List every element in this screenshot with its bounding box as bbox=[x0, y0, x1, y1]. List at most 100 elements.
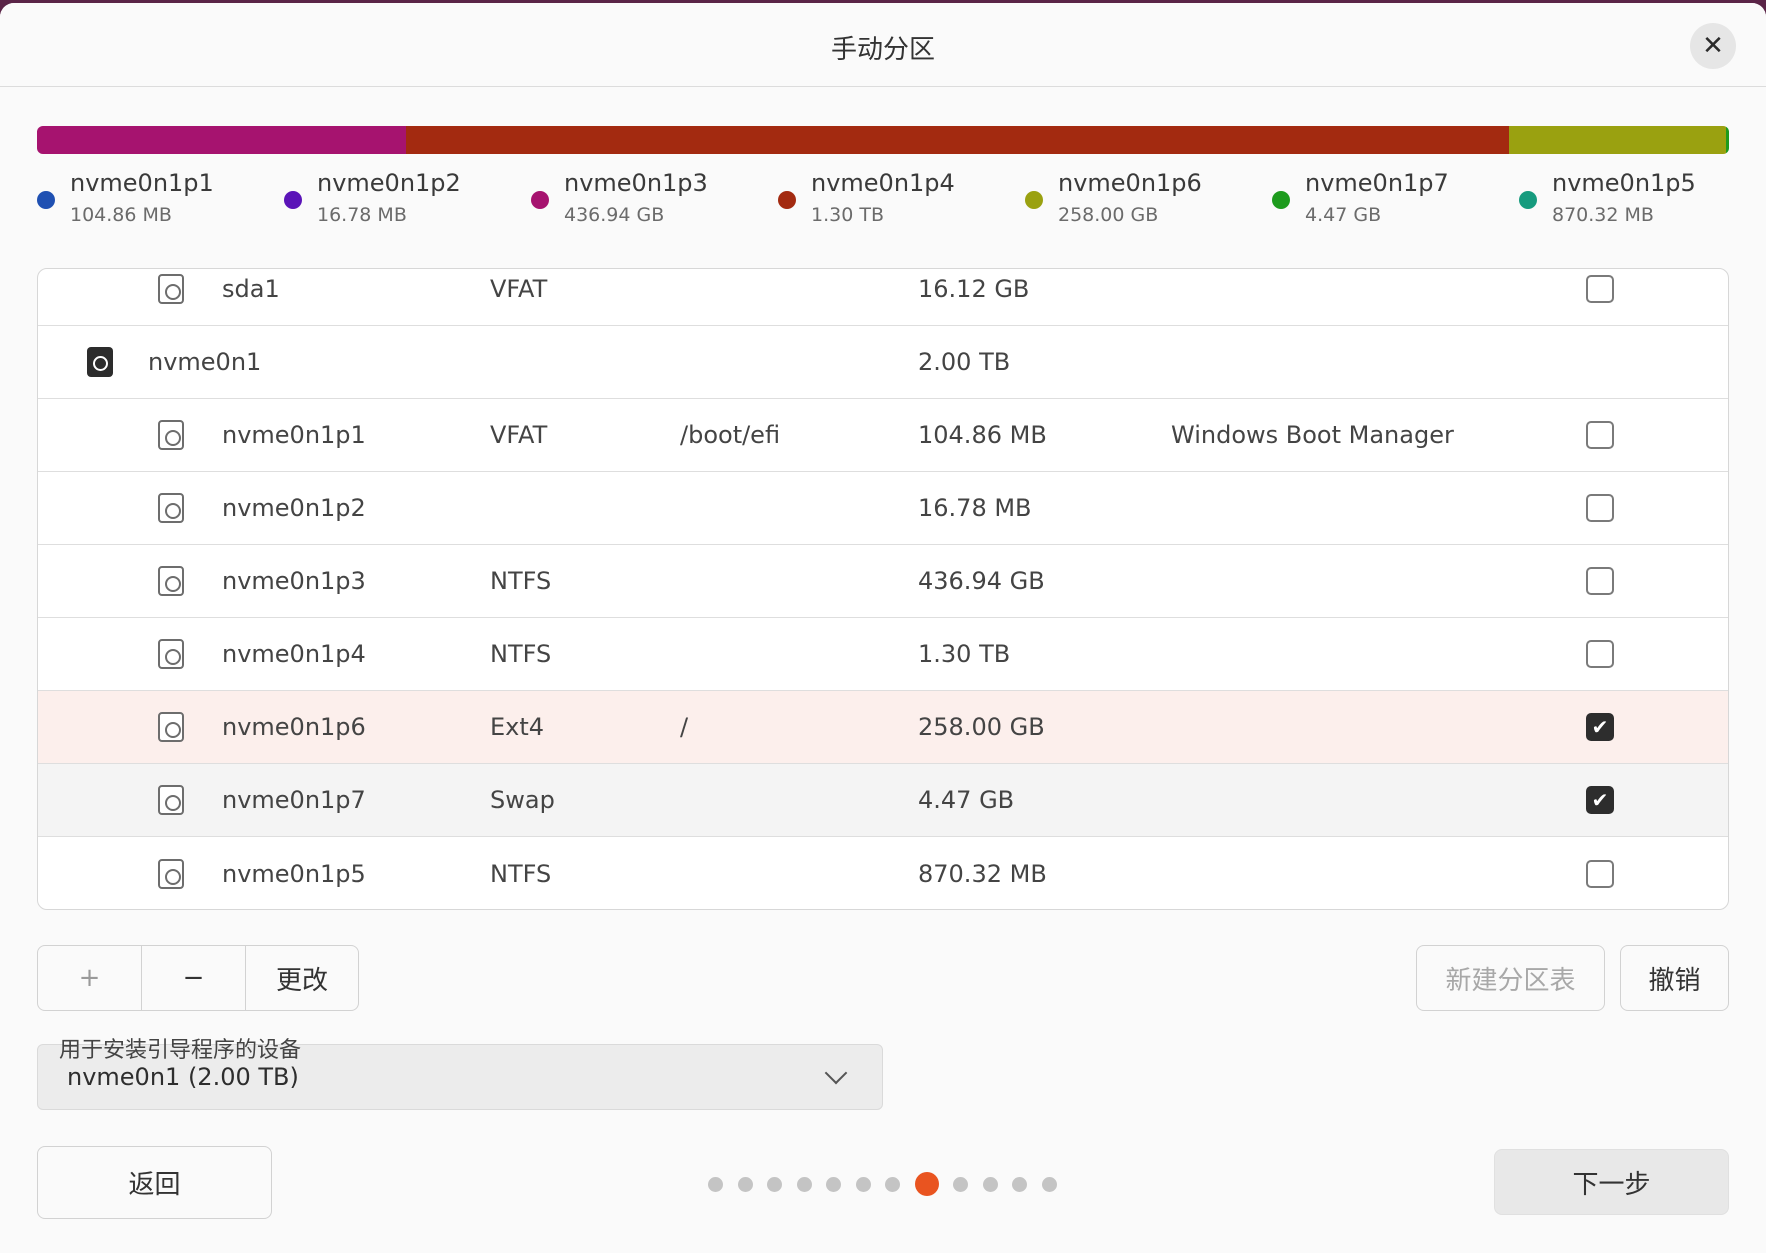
partition-filesystem: NTFS bbox=[490, 640, 552, 668]
partition-drive-icon bbox=[158, 493, 184, 523]
page-dot[interactable] bbox=[953, 1176, 968, 1192]
format-checkbox[interactable]: ✔ bbox=[1586, 786, 1614, 814]
close-icon: ✕ bbox=[1702, 31, 1724, 61]
legend-size: 1.30 TB bbox=[811, 204, 884, 226]
partition-filesystem: VFAT bbox=[490, 275, 548, 303]
partition-drive-icon bbox=[158, 785, 184, 815]
legend-size: 436.94 GB bbox=[564, 204, 665, 226]
usage-segment-nvme0n1p4 bbox=[405, 126, 1510, 154]
partition-row-nvme0n1p1[interactable]: nvme0n1p1 VFAT/boot/efi 104.86 MB Windows B… bbox=[38, 399, 1728, 472]
usage-segment-nvme0n1p3 bbox=[37, 126, 406, 154]
partition-size: 104.86 MB bbox=[918, 421, 1047, 449]
partition-row-sda1[interactable]: sda1 VFAT 16.12 GB bbox=[38, 269, 1728, 326]
next-button[interactable]: 下一步 bbox=[1494, 1149, 1729, 1215]
legend-size: 104.86 MB bbox=[70, 204, 172, 226]
page-dot[interactable] bbox=[1012, 1176, 1027, 1192]
page-dot[interactable] bbox=[1041, 1176, 1057, 1192]
partition-row-nvme0n1p2[interactable]: nvme0n1p2 16.78 MB bbox=[38, 472, 1728, 545]
partition-size: 870.32 MB bbox=[918, 859, 1047, 888]
add-partition-button[interactable]: + bbox=[38, 946, 142, 1010]
partition-filesystem: NTFS bbox=[490, 859, 552, 888]
format-checkbox[interactable] bbox=[1586, 421, 1614, 449]
format-checkbox-cell: ✔ bbox=[1586, 764, 1614, 836]
format-checkbox-cell bbox=[1586, 269, 1614, 325]
partition-drive-icon bbox=[158, 420, 184, 450]
legend-item-nvme0n1p4: nvme0n1p4 1.30 TB bbox=[778, 167, 1018, 233]
format-checkbox[interactable] bbox=[1586, 859, 1614, 888]
partition-size: 16.78 MB bbox=[918, 494, 1032, 522]
format-checkbox[interactable] bbox=[1586, 640, 1614, 668]
partition-row-nvme0n1p6[interactable]: nvme0n1p6 Ext4 / 258.00 GB ✔ bbox=[38, 691, 1728, 764]
page-dot[interactable] bbox=[855, 1176, 871, 1192]
page-dot[interactable] bbox=[737, 1176, 753, 1192]
legend-name: nvme0n1p1 bbox=[70, 169, 214, 197]
page-dot[interactable] bbox=[914, 1172, 939, 1196]
page-dot[interactable] bbox=[708, 1176, 723, 1192]
legend-size: 258.00 GB bbox=[1058, 204, 1159, 226]
partition-name: sda1 bbox=[222, 275, 280, 303]
page-dot[interactable] bbox=[796, 1176, 812, 1192]
legend-name: nvme0n1p6 bbox=[1058, 169, 1202, 197]
partition-size: 2.00 TB bbox=[918, 348, 1011, 376]
partition-drive-icon bbox=[158, 274, 184, 304]
legend-color-dot bbox=[1519, 191, 1537, 209]
bootloader-device-label: 用于安装引导程序的设备 bbox=[59, 1038, 302, 1063]
format-checkbox-cell bbox=[1586, 545, 1614, 617]
legend-color-dot bbox=[1272, 191, 1290, 209]
new-partition-table-button[interactable]: 新建分区表 bbox=[1416, 945, 1605, 1011]
partition-row-nvme0n1p7[interactable]: nvme0n1p7 Swap 4.47 GB ✔ bbox=[38, 764, 1728, 837]
disk-usage-bar bbox=[37, 126, 1729, 154]
partition-size: 16.12 GB bbox=[918, 275, 1030, 303]
legend-color-dot bbox=[284, 191, 302, 209]
legend-color-dot bbox=[778, 191, 796, 209]
partition-table[interactable]: sda1 VFAT 16.12 GB nvme0n1 2.00 TB nvme0n1p1 V… bbox=[37, 268, 1729, 910]
disk-row-nvme0n1[interactable]: nvme0n1 2.00 TB bbox=[38, 326, 1728, 399]
partition-row-nvme0n1p5[interactable]: nvme0n1p5 NTFS 870.32 MB bbox=[38, 837, 1728, 909]
partition-icon bbox=[158, 764, 184, 836]
partition-name: nvme0n1p3 bbox=[222, 567, 366, 595]
page-indicator bbox=[708, 1172, 1071, 1196]
format-checkbox[interactable] bbox=[1586, 275, 1614, 303]
legend-color-dot bbox=[1025, 191, 1043, 209]
format-checkbox[interactable]: ✔ bbox=[1586, 713, 1614, 741]
partition-row-nvme0n1p4[interactable]: nvme0n1p4 NTFS 1.30 TB bbox=[38, 618, 1728, 691]
checkmark-icon: ✔ bbox=[1591, 715, 1609, 739]
legend-size: 870.32 MB bbox=[1552, 204, 1654, 226]
partition-icon bbox=[158, 691, 184, 763]
partition-drive-icon bbox=[158, 858, 184, 889]
format-checkbox[interactable] bbox=[1586, 567, 1614, 595]
legend-name: nvme0n1p4 bbox=[811, 169, 955, 197]
legend-name: nvme0n1p5 bbox=[1552, 169, 1696, 197]
close-button[interactable]: ✕ bbox=[1690, 23, 1736, 69]
page-dot[interactable] bbox=[826, 1176, 841, 1192]
usage-segment-nvme0n1p7 bbox=[1725, 126, 1729, 154]
partition-size: 1.30 TB bbox=[918, 640, 1011, 668]
format-checkbox-cell: ✔ bbox=[1586, 691, 1614, 763]
format-checkbox[interactable] bbox=[1586, 494, 1614, 522]
remove-partition-button[interactable]: − bbox=[142, 946, 246, 1010]
partition-icon bbox=[158, 472, 184, 544]
partition-name: nvme0n1p1 bbox=[222, 421, 366, 449]
format-checkbox-cell bbox=[1586, 399, 1614, 471]
page-dot[interactable] bbox=[885, 1176, 900, 1192]
partition-name: nvme0n1p5 bbox=[222, 859, 366, 888]
partition-icon bbox=[158, 618, 184, 690]
bootloader-device-value: nvme0n1 (2.00 TB) bbox=[67, 1063, 299, 1091]
partition-filesystem: VFAT bbox=[490, 421, 548, 449]
back-button[interactable]: 返回 bbox=[37, 1146, 272, 1219]
legend-item-nvme0n1p3: nvme0n1p3 436.94 GB bbox=[531, 167, 771, 233]
page-dot[interactable] bbox=[982, 1176, 998, 1192]
revert-button[interactable]: 撤销 bbox=[1620, 945, 1729, 1011]
partition-label: Windows Boot Manager bbox=[1171, 421, 1454, 449]
legend-item-nvme0n1p2: nvme0n1p2 16.78 MB bbox=[284, 167, 524, 233]
legend-item-nvme0n1p6: nvme0n1p6 258.00 GB bbox=[1025, 167, 1265, 233]
partition-name: nvme0n1p6 bbox=[222, 713, 366, 741]
page-dot[interactable] bbox=[767, 1176, 782, 1192]
partition-filesystem: NTFS bbox=[490, 567, 552, 595]
checkmark-icon: ✔ bbox=[1591, 788, 1609, 812]
partition-row-nvme0n1p3[interactable]: nvme0n1p3 NTFS 436.94 GB bbox=[38, 545, 1728, 618]
partition-icon bbox=[158, 837, 184, 909]
partition-drive-icon bbox=[158, 566, 184, 596]
partition-legend: nvme0n1p1 104.86 MB nvme0n1p2 16.78 MB nvme0… bbox=[37, 167, 1737, 233]
change-partition-button[interactable]: 更改 bbox=[246, 946, 358, 1010]
